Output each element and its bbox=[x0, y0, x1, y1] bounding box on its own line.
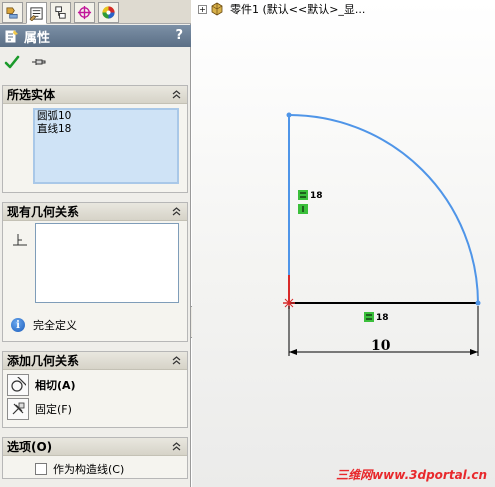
watermark: 三维网www.3dportal.cn bbox=[336, 468, 487, 482]
existing-relations-title: 现有几何关系 bbox=[7, 205, 80, 219]
tab-feature-manager[interactable] bbox=[2, 2, 23, 23]
arc-endpoint[interactable] bbox=[286, 112, 292, 118]
pin-button[interactable] bbox=[28, 52, 48, 72]
collapse-chevron-icon[interactable] bbox=[170, 354, 183, 367]
existing-relations-section: 现有几何关系 i 完全定义 bbox=[2, 202, 188, 342]
tab-configuration-manager[interactable] bbox=[50, 2, 71, 23]
tangent-relation-button[interactable]: 相切(A) bbox=[7, 374, 76, 396]
property-title: 属性 bbox=[24, 30, 51, 46]
dimension-label[interactable]: 10 bbox=[371, 338, 390, 354]
equal-relation-marker-horizontal[interactable] bbox=[364, 312, 374, 322]
perpendicular-icon bbox=[13, 234, 27, 246]
options-section: 选项(O) 作为构造线(C) bbox=[2, 437, 188, 479]
selected-entities-header[interactable]: 所选实体 bbox=[3, 86, 187, 104]
fix-label: 固定(F) bbox=[35, 403, 72, 416]
arc-endpoint[interactable] bbox=[475, 300, 481, 306]
collapse-chevron-icon[interactable] bbox=[170, 440, 183, 453]
list-item[interactable]: 直线18 bbox=[35, 123, 177, 136]
help-button[interactable]: ? bbox=[175, 28, 183, 43]
definition-status: 完全定义 bbox=[33, 319, 77, 332]
relation-icon bbox=[5, 30, 18, 43]
construction-checkbox[interactable] bbox=[35, 463, 47, 475]
property-manager-icon bbox=[29, 6, 43, 21]
collapse-chevron-icon[interactable] bbox=[170, 205, 183, 218]
manager-tabs bbox=[0, 0, 191, 24]
relation-label: 18 bbox=[310, 191, 323, 201]
sketch-arc[interactable] bbox=[288, 114, 479, 304]
tab-display-manager[interactable] bbox=[98, 2, 119, 23]
fix-relation-button[interactable]: 固定(F) bbox=[7, 398, 72, 420]
feature-tree-icon bbox=[6, 7, 18, 19]
options-title: 选项(O) bbox=[7, 440, 53, 454]
add-relations-header[interactable]: 添加几何关系 bbox=[3, 352, 187, 370]
add-relations-title: 添加几何关系 bbox=[7, 354, 80, 368]
configuration-icon bbox=[55, 6, 66, 19]
crosshair-icon bbox=[77, 5, 92, 20]
color-wheel-icon bbox=[102, 6, 115, 19]
tangent-label: 相切(A) bbox=[35, 379, 76, 392]
relation-label: 18 bbox=[376, 313, 389, 323]
fixed-icon bbox=[7, 398, 29, 420]
add-relations-section: 添加几何关系 相切(A) 固定(F) bbox=[2, 351, 188, 428]
options-header[interactable]: 选项(O) bbox=[3, 438, 187, 456]
property-manager: 属性 ? 所选实体 圆弧10 直线18 现有几何关系 i 完全定义 添加几何关系… bbox=[0, 0, 191, 487]
equal-relation-marker-vertical[interactable] bbox=[298, 190, 308, 214]
construction-label: 作为构造线(C) bbox=[53, 463, 125, 476]
construction-option[interactable]: 作为构造线(C) bbox=[35, 461, 124, 477]
existing-relations-header[interactable]: 现有几何关系 bbox=[3, 203, 187, 221]
sketch-canvas[interactable] bbox=[192, 0, 495, 487]
status-row: i 完全定义 bbox=[11, 317, 77, 333]
tab-property-manager[interactable] bbox=[26, 2, 47, 24]
info-icon: i bbox=[11, 318, 25, 332]
tab-dimxpert[interactable] bbox=[74, 2, 95, 23]
list-item[interactable]: 圆弧10 bbox=[35, 110, 177, 123]
pushpin-icon bbox=[32, 59, 46, 65]
existing-relations-list[interactable] bbox=[35, 223, 179, 303]
property-title-bar: 属性 ? bbox=[0, 25, 191, 47]
graphics-area[interactable]: + 零件1 (默认<<默认>_显... 18 18 10 三维网www.3dpo… bbox=[192, 0, 495, 487]
selected-entities-title: 所选实体 bbox=[7, 88, 56, 102]
tangent-icon bbox=[7, 374, 29, 396]
collapse-chevron-icon[interactable] bbox=[170, 88, 183, 101]
selected-entities-list[interactable]: 圆弧10 直线18 bbox=[33, 108, 179, 184]
ok-button[interactable] bbox=[2, 52, 22, 72]
action-bar bbox=[0, 50, 190, 74]
selected-entities-section: 所选实体 圆弧10 直线18 bbox=[2, 85, 188, 193]
checkmark-icon bbox=[4, 55, 20, 69]
